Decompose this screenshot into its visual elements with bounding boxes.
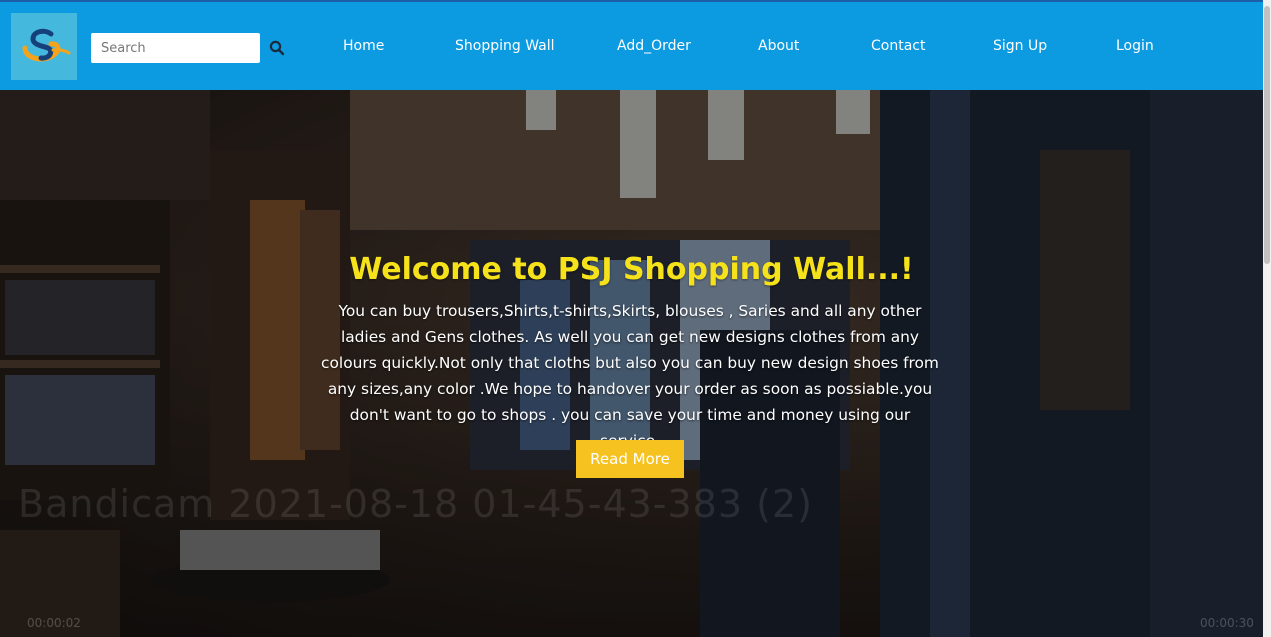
search-input[interactable] (91, 33, 260, 63)
nav-link-home[interactable]: Home (343, 38, 384, 60)
nav-link-sign-up[interactable]: Sign Up (993, 38, 1047, 60)
hero-title: Welcome to PSJ Shopping Wall...! (349, 252, 914, 287)
read-more-button[interactable]: Read More (576, 440, 684, 478)
hero-section: Bandicam 2021-08-18 01-45-43-383 (2) Wel… (0, 90, 1263, 637)
search-icon[interactable] (268, 39, 286, 57)
nav-link-contact[interactable]: Contact (871, 38, 925, 60)
video-time-total: 00:00:30 (1200, 616, 1254, 630)
scrollbar-thumb[interactable] (1264, 6, 1270, 264)
page-scrollbar[interactable] (1263, 0, 1271, 637)
nav-link-shopping-wall[interactable]: Shopping Wall (455, 38, 555, 60)
nav-link-add-order[interactable]: Add_Order (617, 38, 691, 60)
top-navbar: Home Shopping Wall Add_Order About Conta… (0, 0, 1263, 90)
logo-s-icon (22, 28, 71, 62)
brand-logo[interactable] (11, 13, 77, 80)
nav-link-about[interactable]: About (758, 38, 799, 60)
video-time-elapsed: 00:00:02 (27, 616, 81, 630)
hero-description: You can buy trousers,Shirts,t-shirts,Ski… (321, 302, 939, 450)
video-watermark: Bandicam 2021-08-18 01-45-43-383 (2) (18, 482, 813, 526)
nav-link-login[interactable]: Login (1116, 38, 1154, 60)
